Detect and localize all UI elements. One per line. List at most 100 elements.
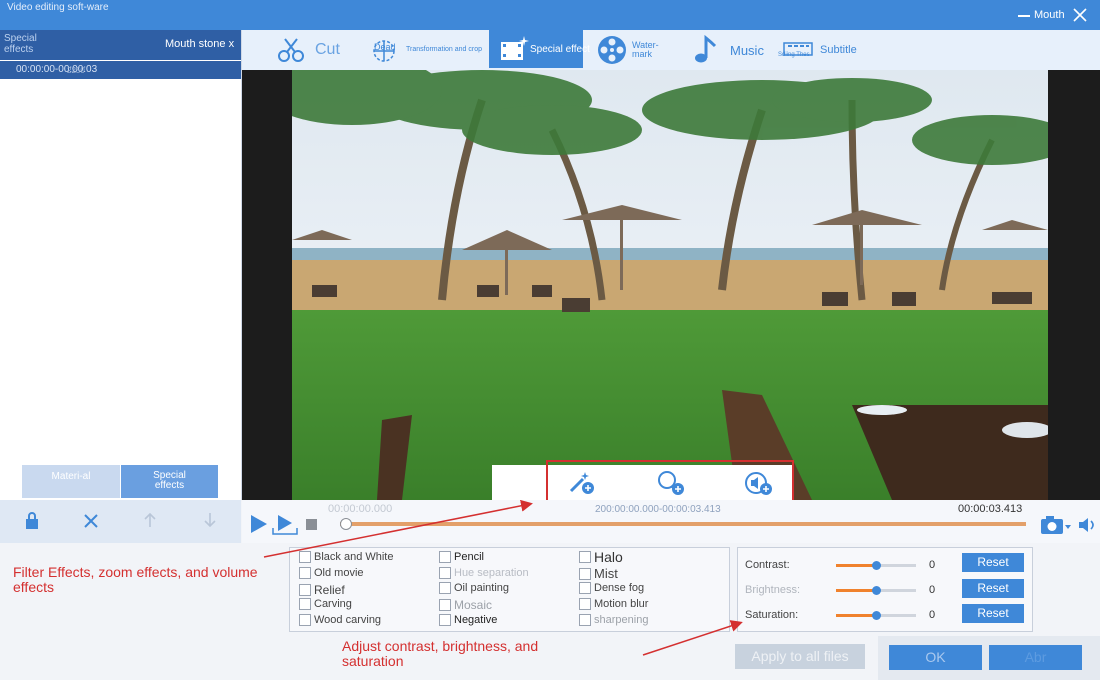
tab-cut-label: Cut bbox=[315, 41, 340, 58]
clip-time: 00:00:00-00:00:03 bbox=[16, 64, 98, 75]
scissors-icon bbox=[278, 38, 304, 62]
checkbox[interactable] bbox=[299, 551, 311, 563]
tab-transform[interactable]: Dead Transformation and crop bbox=[370, 30, 490, 70]
checkbox[interactable] bbox=[299, 584, 311, 596]
brightness-reset-button[interactable]: Reset bbox=[962, 579, 1024, 598]
filter-mosaic[interactable]: Mosaic bbox=[439, 598, 492, 612]
brightness-slider-handle[interactable] bbox=[872, 586, 881, 595]
checkbox[interactable] bbox=[439, 599, 451, 611]
timeline-range: 200:00:00.000-00:00:03.413 bbox=[595, 504, 721, 515]
filter-pencil[interactable]: Pencil bbox=[439, 551, 484, 563]
checkbox[interactable] bbox=[579, 551, 591, 563]
tab-music-label: Music bbox=[730, 42, 764, 58]
tab-subtitle[interactable]: Sdiing Thes Subtitle bbox=[778, 30, 862, 70]
checkbox[interactable] bbox=[439, 582, 451, 594]
clip-list-item[interactable]: 00:00:00-00:00:03 2250 bbox=[0, 61, 241, 79]
contrast-reset-button[interactable]: Reset bbox=[962, 553, 1024, 572]
saturation-reset-button[interactable]: Reset bbox=[962, 604, 1024, 623]
delete-icon[interactable] bbox=[84, 514, 98, 528]
ok-button[interactable]: OK bbox=[889, 645, 982, 670]
tab-dead-label: Dead bbox=[374, 42, 396, 52]
tab-material-label: Materi-al bbox=[51, 471, 91, 482]
film-reel-icon bbox=[598, 36, 626, 64]
title-bar bbox=[0, 0, 1100, 30]
lock-icon[interactable] bbox=[25, 512, 39, 530]
subtitle-icon bbox=[783, 42, 813, 56]
volume-icon[interactable] bbox=[1078, 516, 1098, 534]
saturation-slider[interactable] bbox=[836, 611, 916, 620]
volume-effect-add-icon[interactable] bbox=[744, 469, 776, 497]
checkbox[interactable] bbox=[439, 614, 451, 626]
saturation-label: Saturation: bbox=[745, 609, 799, 621]
tab-music[interactable]: Music bbox=[692, 30, 772, 70]
checkbox[interactable] bbox=[439, 551, 451, 563]
timeline-start: 00:00:00.000 bbox=[328, 503, 393, 515]
tab-watermark-label: Water-mark bbox=[632, 40, 659, 59]
tab-subtitle-label: Subtitle bbox=[820, 44, 857, 56]
play-selection-icon[interactable] bbox=[272, 514, 298, 536]
filter-dense-fog[interactable]: Dense fog bbox=[579, 582, 644, 594]
adjust-annotation: Adjust contrast, brightness, and saturat… bbox=[342, 638, 539, 669]
beach-scene-image bbox=[292, 70, 1048, 500]
effects-popover bbox=[546, 460, 794, 500]
contrast-label: Contrast: bbox=[745, 559, 790, 571]
video-preview[interactable] bbox=[292, 70, 1048, 500]
tab-special-effects-list[interactable]: Special effects bbox=[121, 465, 218, 498]
window-name: Mouth bbox=[1034, 9, 1065, 21]
filter-halo[interactable]: Halo bbox=[579, 549, 623, 565]
clip-time-overlay: 2250 bbox=[67, 66, 85, 75]
filter-sharpening[interactable]: sharpening bbox=[579, 614, 648, 626]
filter-effect-add-icon[interactable] bbox=[568, 470, 596, 496]
close-button[interactable] bbox=[1072, 7, 1088, 23]
timeline-handle[interactable] bbox=[340, 518, 352, 530]
filter-hue-separation[interactable]: Hue separation bbox=[439, 567, 529, 579]
checkbox[interactable] bbox=[579, 567, 591, 580]
timeline-track[interactable] bbox=[340, 518, 1026, 530]
stop-button[interactable] bbox=[306, 519, 317, 530]
filter-old-movie[interactable]: Old movie bbox=[299, 567, 364, 579]
tab-cut[interactable]: Cut bbox=[276, 30, 376, 70]
filter-mist[interactable]: Mist bbox=[579, 566, 618, 581]
subtitle-icon-text: Sdiing Thes bbox=[778, 52, 810, 58]
play-icon[interactable] bbox=[250, 514, 268, 534]
move-down-icon[interactable] bbox=[203, 512, 217, 528]
checkbox[interactable] bbox=[579, 614, 591, 626]
filter-negative[interactable]: Negative bbox=[439, 614, 497, 626]
zoom-effect-add-icon[interactable] bbox=[656, 469, 686, 497]
brightness-slider[interactable] bbox=[836, 586, 916, 595]
saturation-slider-handle[interactable] bbox=[872, 611, 881, 620]
saturation-value: 0 bbox=[929, 609, 936, 621]
move-up-icon[interactable] bbox=[143, 512, 157, 528]
clip-name[interactable]: Mouth stone x bbox=[165, 38, 234, 50]
contrast-slider[interactable] bbox=[836, 561, 916, 570]
tab-transform-label: Transformation and crop bbox=[406, 46, 482, 53]
checkbox[interactable] bbox=[299, 598, 311, 610]
tab-special-effects-list-label: Special effects bbox=[153, 470, 186, 491]
filter-motion-blur[interactable]: Motion blur bbox=[579, 598, 648, 610]
music-note-icon bbox=[695, 35, 717, 63]
tab-special-effects-label: Special effect bbox=[530, 44, 590, 55]
filter-oil-painting[interactable]: Oil painting bbox=[439, 582, 509, 594]
checkbox[interactable] bbox=[579, 582, 591, 594]
tab-special-effects[interactable]: Special effect bbox=[489, 30, 590, 68]
checkbox[interactable] bbox=[299, 614, 311, 626]
tab-watermark[interactable]: Water-mark bbox=[596, 30, 676, 70]
close-icon bbox=[1073, 8, 1087, 22]
camera-icon[interactable] bbox=[1040, 514, 1072, 536]
apply-to-all-button[interactable]: Apply to all files bbox=[735, 644, 865, 669]
checkbox[interactable] bbox=[579, 598, 591, 610]
filter-carving[interactable]: Carving bbox=[299, 598, 352, 610]
contrast-value: 0 bbox=[929, 559, 936, 571]
filter-wood-carving[interactable]: Wood carving bbox=[299, 614, 381, 626]
filter-relief[interactable]: Relief bbox=[299, 583, 345, 597]
clip-actions bbox=[0, 500, 241, 543]
film-effect-icon bbox=[501, 36, 529, 60]
filter-black-and-white[interactable]: Black and White bbox=[299, 551, 393, 563]
app-title: Video editing soft-ware bbox=[7, 2, 109, 13]
checkbox[interactable] bbox=[439, 567, 451, 579]
contrast-slider-handle[interactable] bbox=[872, 561, 881, 570]
minimize-button[interactable] bbox=[1018, 15, 1030, 17]
checkbox[interactable] bbox=[299, 567, 311, 579]
cancel-button[interactable]: Abr bbox=[989, 645, 1082, 670]
tab-material[interactable]: Materi-al bbox=[22, 465, 120, 498]
